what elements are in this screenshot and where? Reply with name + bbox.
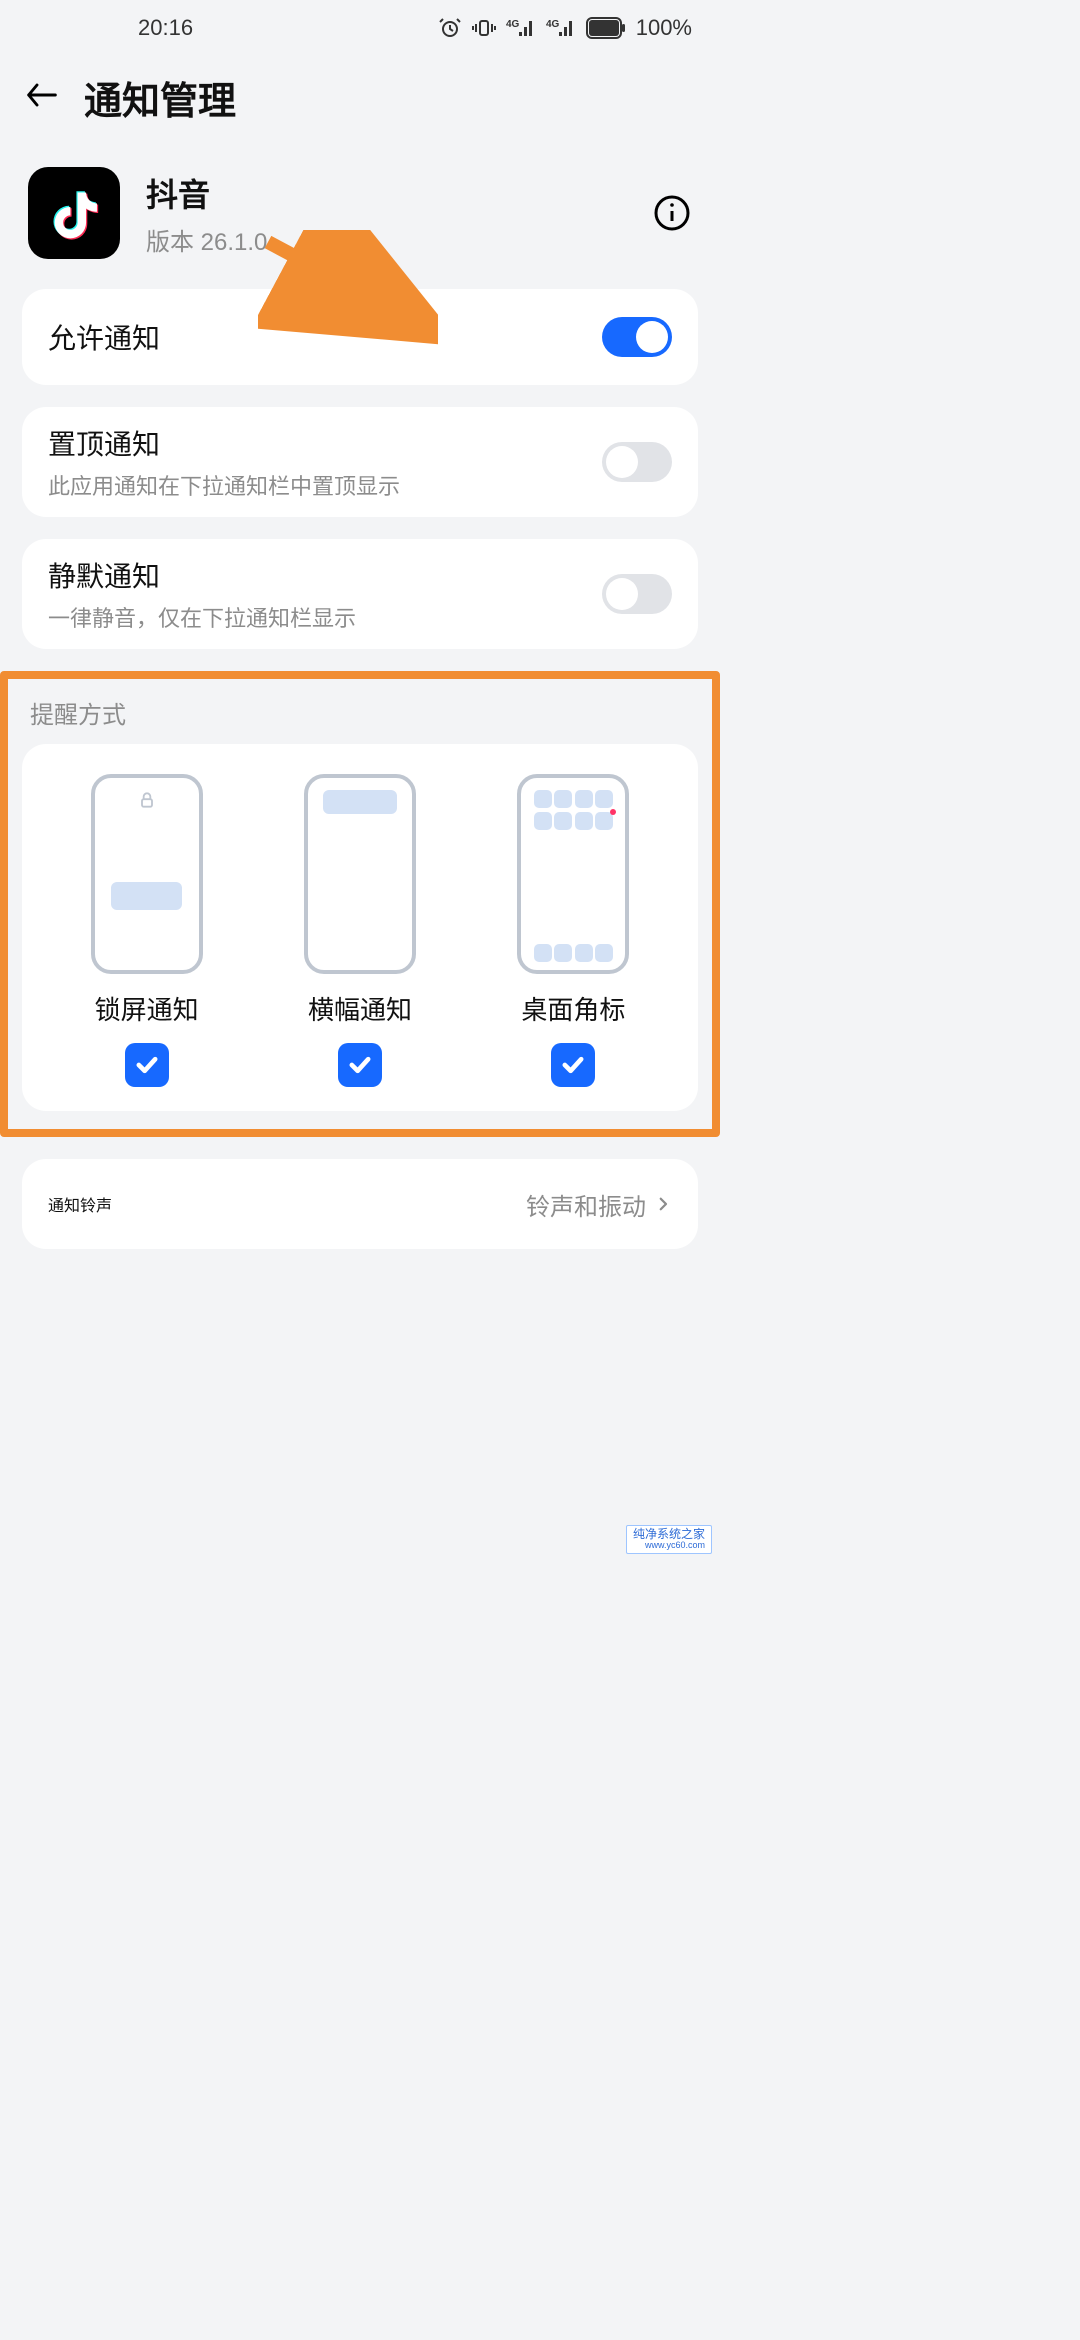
chevron-right-icon bbox=[654, 1195, 672, 1213]
reminder-lock-checkbox[interactable] bbox=[125, 1043, 169, 1087]
status-bar: 20:16 4G 4G 100% bbox=[0, 0, 720, 56]
reminder-banner-checkbox[interactable] bbox=[338, 1043, 382, 1087]
vibrate-icon bbox=[472, 16, 496, 40]
signal-4g-2-icon: 4G bbox=[546, 16, 576, 40]
reminder-badge-checkbox[interactable] bbox=[551, 1043, 595, 1087]
silent-notifications-card: 静默通知 一律静音，仅在下拉通知栏显示 bbox=[22, 539, 698, 649]
reminder-lock-label: 锁屏通知 bbox=[95, 990, 199, 1027]
ringtone-label: 通知铃声 bbox=[48, 1192, 526, 1216]
reminder-banner-label: 横幅通知 bbox=[308, 990, 412, 1027]
watermark: 纯净系统之家 www.yc60.com bbox=[626, 1525, 712, 1554]
allow-notifications-card: 允许通知 bbox=[22, 289, 698, 385]
allow-toggle[interactable] bbox=[602, 317, 672, 357]
ringtone-row[interactable]: 通知铃声 铃声和振动 bbox=[22, 1159, 698, 1249]
app-icon-douyin bbox=[28, 167, 120, 259]
svg-text:4G: 4G bbox=[506, 19, 520, 30]
battery-text: 100% bbox=[636, 15, 692, 41]
silent-toggle[interactable] bbox=[602, 574, 672, 614]
reminder-option-banner[interactable]: 横幅通知 bbox=[253, 774, 466, 1087]
status-time: 20:16 bbox=[138, 15, 193, 41]
check-icon bbox=[559, 1051, 587, 1079]
page-title: 通知管理 bbox=[84, 70, 236, 125]
watermark-sub: www.yc60.com bbox=[633, 1541, 705, 1551]
pin-notifications-row[interactable]: 置顶通知 此应用通知在下拉通知栏中置顶显示 bbox=[48, 407, 672, 517]
allow-label: 允许通知 bbox=[48, 317, 602, 357]
silent-label: 静默通知 bbox=[48, 555, 602, 595]
silent-notifications-row[interactable]: 静默通知 一律静音，仅在下拉通知栏显示 bbox=[48, 539, 672, 649]
pin-toggle[interactable] bbox=[602, 442, 672, 482]
page-header: 通知管理 bbox=[0, 56, 720, 149]
info-icon bbox=[652, 193, 692, 233]
battery-icon bbox=[586, 17, 626, 39]
reminder-badge-label: 桌面角标 bbox=[521, 990, 625, 1027]
banner-mock-icon bbox=[304, 774, 416, 974]
status-icons: 4G 4G 100% bbox=[438, 15, 692, 41]
reminder-section-title: 提醒方式 bbox=[30, 695, 690, 730]
check-icon bbox=[133, 1051, 161, 1079]
douyin-icon bbox=[45, 184, 103, 242]
ringtone-value: 铃声和振动 bbox=[526, 1187, 646, 1222]
pin-label: 置顶通知 bbox=[48, 423, 602, 463]
info-button[interactable] bbox=[652, 193, 692, 233]
reminder-highlight-box: 提醒方式 锁屏通知 横幅通知 bbox=[0, 671, 720, 1137]
app-version: 版本 26.1.0 bbox=[146, 222, 652, 257]
allow-notifications-row[interactable]: 允许通知 bbox=[48, 289, 672, 385]
back-arrow-icon bbox=[22, 75, 62, 115]
pin-sublabel: 此应用通知在下拉通知栏中置顶显示 bbox=[48, 469, 602, 501]
back-button[interactable] bbox=[22, 75, 62, 120]
silent-sublabel: 一律静音，仅在下拉通知栏显示 bbox=[48, 601, 602, 633]
pin-notifications-card: 置顶通知 此应用通知在下拉通知栏中置顶显示 bbox=[22, 407, 698, 517]
app-info-section: 抖音 版本 26.1.0 bbox=[22, 149, 698, 289]
reminder-option-lockscreen[interactable]: 锁屏通知 bbox=[40, 774, 253, 1087]
svg-text:4G: 4G bbox=[546, 19, 560, 30]
signal-4g-1-icon: 4G bbox=[506, 16, 536, 40]
app-name: 抖音 bbox=[146, 170, 652, 216]
badge-mock-icon bbox=[517, 774, 629, 974]
lock-icon bbox=[137, 790, 157, 810]
check-icon bbox=[346, 1051, 374, 1079]
alarm-icon bbox=[438, 16, 462, 40]
reminder-option-badge[interactable]: 桌面角标 bbox=[467, 774, 680, 1087]
lockscreen-mock-icon bbox=[91, 774, 203, 974]
reminder-card: 锁屏通知 横幅通知 bbox=[22, 744, 698, 1111]
